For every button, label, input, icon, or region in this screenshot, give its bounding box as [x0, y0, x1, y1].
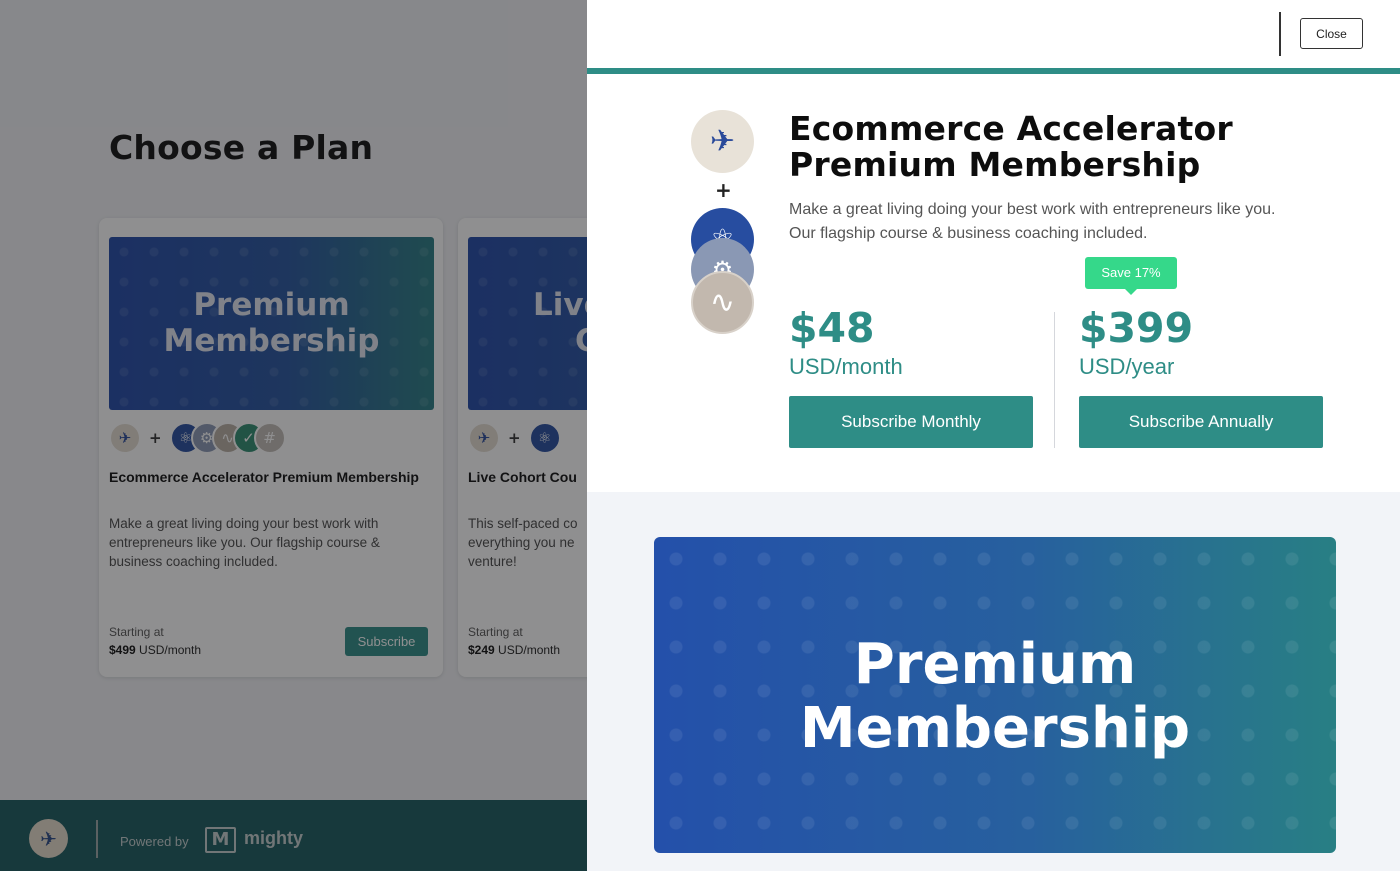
plan-hero-image: Premium Membership [654, 537, 1336, 853]
header-divider [1279, 12, 1281, 56]
plan-title-line-2: Premium Membership [789, 145, 1201, 184]
drawer-header: Close [587, 0, 1400, 69]
wave-icon: ∿ [691, 271, 754, 334]
save-badge: Save 17% [1085, 257, 1177, 295]
price-divider [1054, 312, 1055, 448]
yearly-price-unit: USD/year [1079, 354, 1175, 379]
plan-summary: ✈ + ⚛ ⚙ ∿ Ecommerce Accelerator Premium … [587, 74, 1400, 492]
yearly-price: $399 [1079, 304, 1194, 352]
brand-logo-icon: ✈ [691, 110, 754, 173]
monthly-price: $48 [789, 304, 875, 352]
plan-description: Make a great living doing your best work… [789, 201, 1276, 242]
subscribe-annually-button[interactable]: Subscribe Annually [1079, 396, 1323, 448]
plan-title: Ecommerce Accelerator Premium Membership [789, 111, 1349, 183]
hero-line-2: Membership [799, 696, 1191, 761]
plan-detail-drawer: Close ✈ + ⚛ ⚙ ∿ Ecommerce Accelerator Pr… [587, 0, 1400, 871]
plan-title-line-1: Ecommerce Accelerator [789, 109, 1233, 148]
close-button[interactable]: Close [1300, 18, 1363, 49]
hero-line-1: Premium [853, 632, 1137, 697]
hero-text: Premium Membership [654, 633, 1336, 761]
plus-icon: + [715, 178, 732, 202]
subscribe-monthly-button[interactable]: Subscribe Monthly [789, 396, 1033, 448]
monthly-price-unit: USD/month [789, 354, 903, 379]
